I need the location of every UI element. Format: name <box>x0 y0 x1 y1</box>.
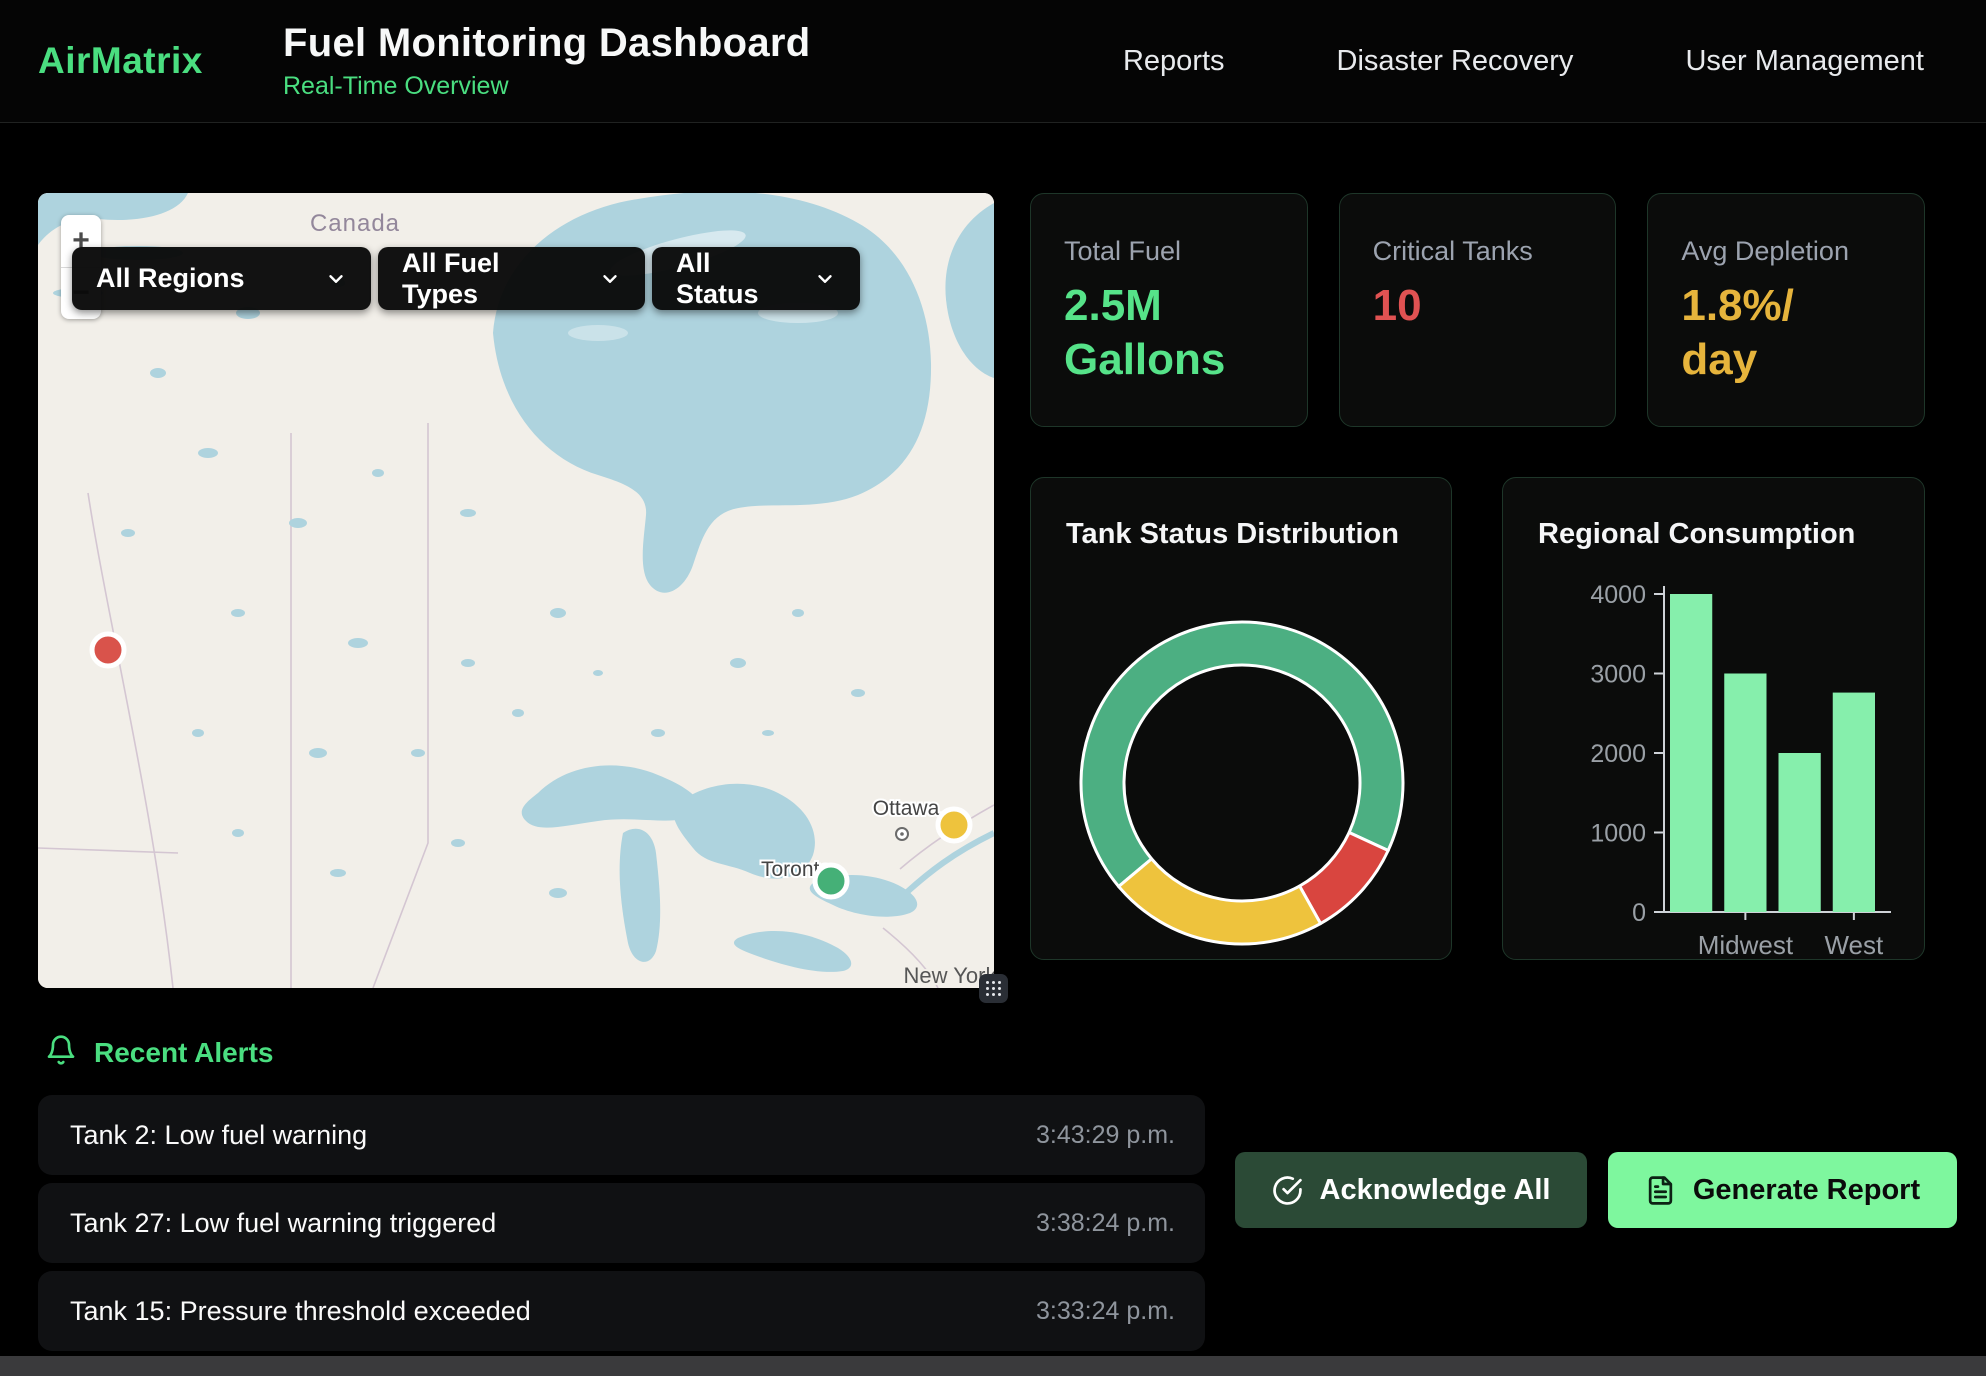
fuel-type-filter-dropdown[interactable]: All Fuel Types <box>378 247 645 310</box>
nav-disaster-recovery[interactable]: Disaster Recovery <box>1337 45 1574 78</box>
status-filter-value: All Status <box>676 248 796 310</box>
main-content: Canada Ottawa Toronto New York + − <box>38 193 1925 988</box>
alerts-header: Recent Alerts <box>45 1034 1986 1071</box>
bar-midwest[interactable] <box>1724 674 1766 913</box>
app-logo: AirMatrix <box>38 40 283 82</box>
alert-row[interactable]: Tank 15: Pressure threshold exceeded 3:3… <box>38 1271 1205 1351</box>
stat-card-critical-tanks: Critical Tanks 10 <box>1339 193 1617 427</box>
bell-icon <box>45 1034 77 1071</box>
map[interactable]: Canada Ottawa Toronto New York <box>38 193 994 988</box>
check-circle-icon <box>1272 1175 1303 1206</box>
stat-value-total-fuel: 2.5MGallons <box>1064 279 1277 386</box>
tank-status-chart-card: Tank Status Distribution <box>1030 477 1452 960</box>
bar-region-1[interactable] <box>1670 594 1712 912</box>
chevron-down-icon <box>814 268 836 290</box>
generate-report-button[interactable]: Generate Report <box>1608 1152 1957 1228</box>
map-resize-handle[interactable] <box>979 974 1008 1003</box>
fuel-type-filter-value: All Fuel Types <box>402 248 581 310</box>
nav-user-management[interactable]: User Management <box>1685 45 1924 78</box>
stat-card-total-fuel: Total Fuel 2.5MGallons <box>1030 193 1308 427</box>
tank-marker-critical[interactable] <box>92 634 124 666</box>
stat-label: Total Fuel <box>1064 236 1277 267</box>
fuel-monitoring-dashboard: AirMatrix Fuel Monitoring Dashboard Real… <box>0 0 1986 1376</box>
tank-marker-normal[interactable] <box>815 865 847 897</box>
stat-label: Critical Tanks <box>1373 236 1586 267</box>
region-filter-dropdown[interactable]: All Regions <box>72 247 371 310</box>
bottom-scrollbar[interactable] <box>0 1356 1986 1376</box>
alerts-list: Tank 2: Low fuel warning 3:43:29 p.m. Ta… <box>38 1095 1205 1351</box>
stats-row: Total Fuel 2.5MGallons Critical Tanks 10… <box>1030 193 1925 427</box>
main-nav: Reports Disaster Recovery User Managemen… <box>1123 45 1924 78</box>
chevron-down-icon <box>599 268 621 290</box>
title-block: Fuel Monitoring Dashboard Real-Time Over… <box>283 21 810 101</box>
status-filter-dropdown[interactable]: All Status <box>652 247 860 310</box>
alert-row[interactable]: Tank 2: Low fuel warning 3:43:29 p.m. <box>38 1095 1205 1175</box>
page-subtitle: Real-Time Overview <box>283 72 810 101</box>
alert-text: Tank 15: Pressure threshold exceeded <box>70 1296 531 1327</box>
header: AirMatrix Fuel Monitoring Dashboard Real… <box>0 0 1986 123</box>
page-title: Fuel Monitoring Dashboard <box>283 21 810 66</box>
alert-text: Tank 27: Low fuel warning triggered <box>70 1208 496 1239</box>
alerts-actions: Acknowledge All Generate Report <box>1235 1152 1957 1351</box>
map-label-canada: Canada <box>310 210 400 237</box>
bar-chart-title: Regional Consumption <box>1503 478 1924 551</box>
alert-text: Tank 2: Low fuel warning <box>70 1120 367 1151</box>
donut-chart-title: Tank Status Distribution <box>1031 478 1451 551</box>
stat-value-avg-depletion: 1.8%/day <box>1681 279 1894 386</box>
map-panel: Canada Ottawa Toronto New York + − <box>38 193 994 988</box>
y-tick-label: 2000 <box>1590 740 1646 768</box>
charts-row: Tank Status Distribution Regional Consum… <box>1030 477 1925 960</box>
stat-label: Avg Depletion <box>1681 236 1894 267</box>
x-tick-label: West <box>1824 930 1884 960</box>
acknowledge-all-button[interactable]: Acknowledge All <box>1235 1152 1587 1228</box>
y-tick-label: 3000 <box>1590 661 1646 689</box>
x-tick-label: Midwest <box>1698 930 1794 960</box>
y-tick-label: 0 <box>1632 899 1646 927</box>
alerts-body: Tank 2: Low fuel warning 3:43:29 p.m. Ta… <box>38 1095 1957 1351</box>
stat-value-critical-tanks: 10 <box>1373 279 1586 333</box>
file-text-icon <box>1645 1175 1676 1206</box>
y-tick-label: 1000 <box>1590 820 1646 848</box>
chevron-down-icon <box>325 268 347 290</box>
alert-time: 3:33:24 p.m. <box>1036 1297 1175 1326</box>
right-column: Total Fuel 2.5MGallons Critical Tanks 10… <box>1030 193 1925 988</box>
bar-west[interactable] <box>1833 693 1875 912</box>
alerts-title: Recent Alerts <box>94 1037 273 1069</box>
stat-card-avg-depletion: Avg Depletion 1.8%/day <box>1647 193 1925 427</box>
alert-row[interactable]: Tank 27: Low fuel warning triggered 3:38… <box>38 1183 1205 1263</box>
nav-reports[interactable]: Reports <box>1123 45 1225 78</box>
y-tick-label: 4000 <box>1590 581 1646 609</box>
tank-marker-warning[interactable] <box>938 809 970 841</box>
bar-region-3[interactable] <box>1779 753 1821 912</box>
alert-time: 3:38:24 p.m. <box>1036 1209 1175 1238</box>
map-filters: All Regions All Fuel Types All Status <box>72 247 860 310</box>
map-label-ottawa: Ottawa <box>873 797 940 820</box>
alert-time: 3:43:29 p.m. <box>1036 1121 1175 1150</box>
region-filter-value: All Regions <box>96 263 245 294</box>
donut-segment-warning[interactable] <box>1119 859 1321 944</box>
regional-consumption-chart-card: Regional Consumption 0 1000 2000 3000 4000 Mi… <box>1502 477 1925 960</box>
